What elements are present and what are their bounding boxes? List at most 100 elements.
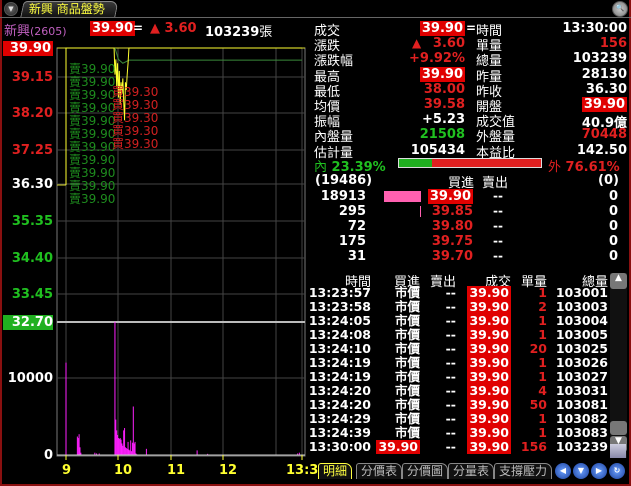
tick-cell: 39.90: [467, 397, 511, 412]
book-bid-price: 39.70: [431, 249, 473, 264]
quote-value: 13:30:00: [562, 21, 627, 36]
tick-cell: 39.90: [467, 383, 511, 398]
nav-down-icon[interactable]: ▼: [573, 463, 589, 479]
tick-cell: 39.90: [376, 439, 420, 454]
tick-cell: 市價: [394, 411, 420, 426]
tick-cell: 13:23:58: [308, 299, 371, 314]
tick-cell: 市價: [394, 341, 420, 356]
tick-cell: 13:24:19: [308, 355, 371, 370]
time-axis-label: 12: [219, 463, 238, 478]
tick-cell: 市價: [394, 285, 420, 300]
book-bid-price: 39.80: [431, 219, 473, 234]
tick-cell: 39.90: [467, 299, 511, 314]
tick-cell: 103083: [555, 425, 608, 440]
buy-order-mark: 買39.30: [112, 137, 159, 151]
book-ask-qty: 0: [608, 204, 618, 219]
book-bid-qty: 175: [338, 234, 366, 249]
chevron-down-icon[interactable]: ▼: [4, 2, 18, 16]
quote-value: 156: [599, 36, 627, 52]
tab-detail[interactable]: 明細: [318, 463, 353, 479]
tick-cell: 1: [538, 369, 547, 384]
tick-cell: --: [445, 341, 456, 356]
tick-cell: 39.90: [467, 425, 511, 440]
tick-cell: --: [445, 439, 456, 454]
tick-cell: 13:24:29: [308, 411, 371, 426]
auto-scroll-icon[interactable]: [610, 444, 626, 458]
scroll-up-icon[interactable]: ▲: [610, 273, 627, 289]
book-bid-price: 39.85: [431, 204, 473, 219]
tab-title-label: 新興 商品盤勢: [28, 2, 105, 16]
price-axis-label: 38.20: [11, 106, 53, 121]
tick-cell: 13:24:19: [308, 369, 371, 384]
scroll-thumb[interactable]: [610, 421, 627, 435]
tab-support-resistance[interactable]: 支撐壓力: [494, 463, 553, 479]
book-bid-qty: 295: [338, 204, 366, 219]
up-arrow-icon: ▲: [412, 36, 422, 51]
tick-cell: --: [445, 299, 456, 314]
tick-cell: 103004: [555, 313, 608, 328]
tick-cell: 13:30:00: [308, 439, 371, 454]
tick-cell: 39.90: [467, 327, 511, 342]
tick-cell: 39.90: [467, 313, 511, 328]
tick-cell: 2: [538, 299, 547, 314]
tick-cell: 103026: [555, 355, 608, 370]
book-ask-qty: 0: [608, 234, 618, 249]
bid-qty-bar: [420, 206, 421, 217]
book-bid-qty: 72: [347, 219, 366, 234]
book-ask-qty: 0: [608, 249, 618, 264]
tick-cell: 13:24:39: [308, 425, 371, 440]
price-axis-label: 39.90: [3, 41, 53, 56]
tick-cell: 39.90: [467, 439, 511, 454]
tick-cell: --: [445, 327, 456, 342]
tick-cell: 103027: [555, 369, 608, 384]
tick-cell: 市價: [394, 425, 420, 440]
tick-cell: --: [445, 397, 456, 412]
tick-cell: 103003: [555, 299, 608, 314]
book-buy-total: (19486): [315, 173, 373, 188]
quote-flag: =: [466, 21, 477, 35]
avg-price-line: [114, 47, 302, 64]
book-ask-price: --: [493, 249, 503, 263]
tick-cell: 市價: [394, 397, 420, 412]
tick-cell: 103001: [555, 285, 608, 300]
price-axis-label: 34.40: [11, 251, 53, 266]
tick-cell: 13:24:20: [308, 397, 371, 412]
price-axis-label: 37.25: [11, 143, 53, 158]
book-ask-price: --: [493, 189, 503, 203]
nav-right-icon[interactable]: ▶: [591, 463, 607, 479]
tab-price-table[interactable]: 分價表: [356, 463, 403, 479]
refresh-icon[interactable]: ↻: [609, 463, 625, 479]
quote-value: 38.00: [423, 81, 465, 97]
tick-cell: 103081: [555, 397, 608, 412]
tab-title[interactable]: 新興 商品盤勢: [20, 1, 119, 17]
tick-cell: 13:23:57: [308, 285, 371, 300]
quote-value: 3.60: [432, 36, 465, 52]
tick-cell: 1: [538, 425, 547, 440]
book-sell-total: (0): [598, 173, 619, 188]
nav-left-icon[interactable]: ◀: [555, 463, 571, 479]
quote-value: 103239: [572, 51, 627, 67]
book-ask-qty: 0: [608, 189, 618, 204]
book-ask-qty: 0: [608, 219, 618, 234]
tick-cell: --: [445, 425, 456, 440]
quote-value: +9.92%: [409, 51, 465, 67]
scrollbar[interactable]: ▲ ▼: [610, 273, 627, 458]
divider: [0, 17, 631, 18]
tab-volume-table[interactable]: 分量表: [448, 463, 495, 479]
tick-cell: 39.90: [467, 369, 511, 384]
tab-price-chart[interactable]: 分價圖: [402, 463, 449, 479]
book-bid-qty: 18913: [320, 189, 366, 204]
magnifier-icon[interactable]: 🔍: [612, 1, 628, 17]
time-axis-label: 11: [167, 463, 186, 478]
quote-value: 36.30: [585, 81, 627, 97]
tick-cell: 市價: [394, 383, 420, 398]
tick-cell: 156: [520, 439, 547, 454]
quote-value: 105434: [410, 142, 465, 158]
tick-cell: 103025: [555, 341, 608, 356]
quote-value: 28130: [581, 66, 627, 82]
quote-value: 21508: [419, 127, 465, 143]
tick-cell: 39.90: [467, 411, 511, 426]
quote-value: 39.90: [419, 66, 465, 82]
header-change: ▲ 3.60: [150, 21, 197, 36]
book-ask-price: --: [493, 219, 503, 233]
